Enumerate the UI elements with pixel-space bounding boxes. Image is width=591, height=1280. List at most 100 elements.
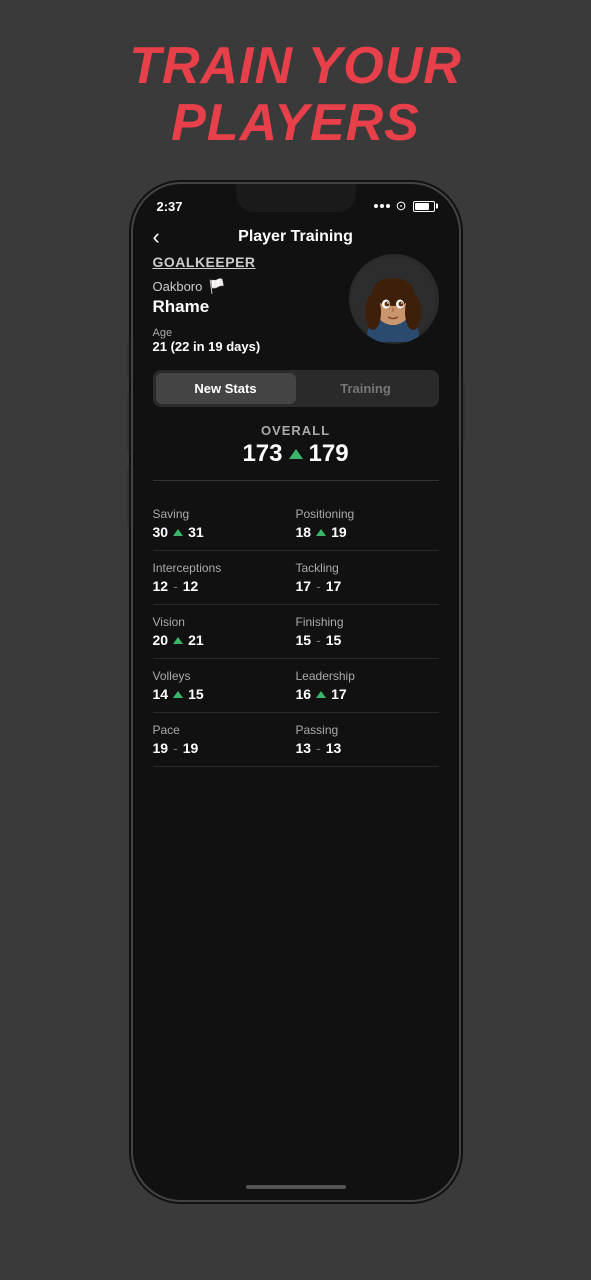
stat-arrow-up	[316, 529, 326, 536]
stat-new: 19	[331, 524, 347, 540]
stat-values: 18 19	[296, 524, 439, 540]
stat-dash: -	[173, 578, 178, 594]
stat-old: 20	[153, 632, 169, 648]
signal-dot-3	[386, 204, 390, 208]
stat-name: Pace	[153, 723, 296, 737]
player-avatar	[349, 254, 439, 344]
stat-dash: -	[316, 578, 321, 594]
age-label: Age	[153, 327, 349, 339]
stat-old: 13	[296, 740, 312, 756]
notch	[236, 184, 356, 212]
stat-item-vision: Vision 20 21	[153, 605, 296, 659]
player-info: GOALKEEPER Oakboro 🏳️ Rhame Age 21 (22 i…	[153, 254, 439, 354]
stat-arrow-up	[173, 637, 183, 644]
stat-item-interceptions: Interceptions 12 - 12	[153, 551, 296, 605]
stat-old: 16	[296, 686, 312, 702]
stat-values: 12 - 12	[153, 578, 296, 594]
stat-values: 16 17	[296, 686, 439, 702]
stat-item-volleys: Volleys 14 15	[153, 659, 296, 713]
stat-arrow-up	[316, 691, 326, 698]
age-value: 21 (22 in 19 days)	[153, 339, 349, 354]
stat-values: 13 - 13	[296, 740, 439, 756]
content-area: GOALKEEPER Oakboro 🏳️ Rhame Age 21 (22 i…	[133, 254, 459, 1180]
stat-old: 15	[296, 632, 312, 648]
signal-dots	[374, 204, 390, 208]
club-name: Oakboro	[153, 279, 203, 294]
stat-old: 19	[153, 740, 169, 756]
overall-values: 173 179	[153, 440, 439, 468]
stat-values: 20 21	[153, 632, 296, 648]
main-headline: TRAIN YOUR PLAYERS	[129, 38, 462, 152]
overall-section: OVERALL 173 179	[153, 423, 439, 481]
overall-old: 173	[242, 440, 282, 468]
stat-name: Saving	[153, 507, 296, 521]
stat-item-tackling: Tackling 17 - 17	[296, 551, 439, 605]
status-icons: ⊙	[374, 198, 435, 214]
headline-line2: PLAYERS	[171, 94, 420, 152]
side-button-mute	[127, 342, 131, 377]
stat-name: Positioning	[296, 507, 439, 521]
stat-name: Vision	[153, 615, 296, 629]
stat-new: 17	[331, 686, 347, 702]
side-button-vol-up	[127, 392, 131, 452]
side-button-power	[461, 382, 465, 442]
stat-old: 30	[153, 524, 169, 540]
stat-dash: -	[173, 740, 178, 756]
overall-new: 179	[309, 440, 349, 468]
stat-arrow-up	[173, 691, 183, 698]
stat-name: Leadership	[296, 669, 439, 683]
signal-dot-2	[380, 204, 384, 208]
stat-item-pace: Pace 19 - 19	[153, 713, 296, 767]
stats-grid: Saving 30 31 Positioning 18 19 Intercept…	[153, 497, 439, 767]
avatar-svg	[351, 257, 436, 342]
phone-mockup: 2:37 ⊙ ‹ Player Training	[131, 182, 461, 1202]
home-bar	[246, 1185, 346, 1189]
stat-item-saving: Saving 30 31	[153, 497, 296, 551]
stat-dash: -	[316, 740, 321, 756]
wifi-icon: ⊙	[396, 198, 407, 214]
nav-bar: ‹ Player Training	[133, 220, 459, 254]
stat-values: 15 - 15	[296, 632, 439, 648]
battery-icon	[413, 201, 435, 212]
tab-training[interactable]: Training	[296, 373, 436, 404]
stat-values: 17 - 17	[296, 578, 439, 594]
position-label: GOALKEEPER	[153, 254, 349, 270]
stat-dash: -	[316, 632, 321, 648]
stat-new: 15	[188, 686, 204, 702]
stat-name: Volleys	[153, 669, 296, 683]
stat-old: 17	[296, 578, 312, 594]
stat-new: 17	[326, 578, 342, 594]
stat-old: 12	[153, 578, 169, 594]
phone-shell: 2:37 ⊙ ‹ Player Training	[131, 182, 461, 1202]
side-button-vol-down	[127, 467, 131, 527]
battery-fill	[415, 203, 429, 210]
nav-title: Player Training	[238, 228, 353, 246]
stat-old: 18	[296, 524, 312, 540]
screen: 2:37 ⊙ ‹ Player Training	[133, 184, 459, 1200]
headline-line1: TRAIN YOUR	[129, 37, 462, 95]
player-details: GOALKEEPER Oakboro 🏳️ Rhame Age 21 (22 i…	[153, 254, 349, 354]
stat-item-finishing: Finishing 15 - 15	[296, 605, 439, 659]
stat-new: 12	[183, 578, 199, 594]
tabs: New Stats Training	[153, 370, 439, 407]
status-time: 2:37	[157, 199, 183, 214]
flag-icon: 🏳️	[208, 278, 225, 295]
stat-new: 19	[183, 740, 199, 756]
stat-values: 30 31	[153, 524, 296, 540]
player-name: Rhame	[153, 297, 349, 317]
stat-item-passing: Passing 13 - 13	[296, 713, 439, 767]
stat-old: 14	[153, 686, 169, 702]
stat-item-positioning: Positioning 18 19	[296, 497, 439, 551]
stat-new: 21	[188, 632, 204, 648]
stat-item-leadership: Leadership 16 17	[296, 659, 439, 713]
stat-name: Finishing	[296, 615, 439, 629]
tab-new-stats[interactable]: New Stats	[156, 373, 296, 404]
overall-label: OVERALL	[153, 423, 439, 438]
stat-new: 13	[326, 740, 342, 756]
stat-name: Passing	[296, 723, 439, 737]
stat-new: 31	[188, 524, 204, 540]
back-button[interactable]: ‹	[153, 224, 160, 250]
home-indicator	[133, 1180, 459, 1200]
club-row: Oakboro 🏳️	[153, 278, 349, 295]
overall-arrow-up	[289, 449, 303, 459]
